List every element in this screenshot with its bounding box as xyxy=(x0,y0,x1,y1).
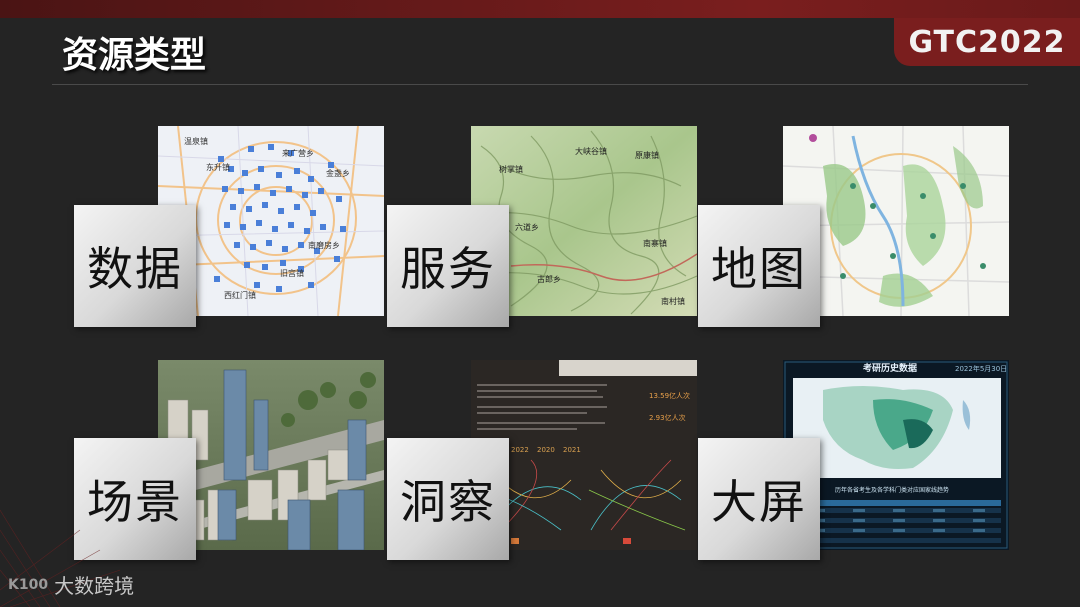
title-divider xyxy=(52,84,1028,85)
top-banner xyxy=(0,0,1080,18)
svg-text:原康镇: 原康镇 xyxy=(635,150,659,160)
svg-text:大峡谷镇: 大峡谷镇 xyxy=(575,146,607,156)
svg-text:来广营乡: 来广营乡 xyxy=(282,148,314,158)
card-label: 服务 xyxy=(400,242,496,296)
label-box-service: 服务 xyxy=(387,205,509,327)
svg-text:西红门镇: 西红门镇 xyxy=(224,290,256,300)
svg-text:2020: 2020 xyxy=(537,446,555,454)
svg-text:古郎乡: 古郎乡 xyxy=(537,274,561,284)
gtc-logo: GTC2022 xyxy=(908,24,1066,60)
label-box-data: 数据 xyxy=(74,205,196,327)
card-label: 数据 xyxy=(87,242,183,296)
svg-text:南磨房乡: 南磨房乡 xyxy=(308,240,340,250)
svg-text:东升镇: 东升镇 xyxy=(206,162,230,172)
svg-text:六道乡: 六道乡 xyxy=(515,222,539,232)
svg-text:南寨镇: 南寨镇 xyxy=(643,238,667,248)
place-label: 温泉镇 xyxy=(184,136,208,146)
page-title: 资源类型 xyxy=(62,35,207,76)
svg-text:南村镇: 南村镇 xyxy=(661,296,685,306)
dashboard-subtitle: 历年各省考生及各学科门类对应国家线趋势 xyxy=(835,486,949,494)
svg-text:旧宫镇: 旧宫镇 xyxy=(280,268,304,278)
label-box-map: 地图 xyxy=(698,205,820,327)
stat-value: 13.59亿人次 xyxy=(649,391,690,400)
watermark: K100 大数跨境 xyxy=(8,570,134,599)
dashboard-title: 考研历史数据 xyxy=(863,362,917,374)
gtc-logo-box: GTC2022 xyxy=(894,18,1080,66)
svg-text:树掌镇: 树掌镇 xyxy=(499,164,523,174)
card-label: 洞察 xyxy=(400,475,496,529)
svg-text:2022: 2022 xyxy=(511,446,529,454)
watermark-logo: K100 xyxy=(8,576,49,593)
watermark-text: 大数跨境 xyxy=(54,574,135,598)
stat-value: 2.93亿人次 xyxy=(649,413,686,422)
label-box-dashboard: 大屏 xyxy=(698,438,820,560)
dashboard-date: 2022年5月30日 xyxy=(955,364,1007,373)
label-box-insight: 洞察 xyxy=(387,438,509,560)
card-label: 大屏 xyxy=(711,475,807,529)
card-label: 地图 xyxy=(711,242,807,296)
svg-text:金盏乡: 金盏乡 xyxy=(326,168,350,178)
svg-text:2021: 2021 xyxy=(563,446,581,454)
